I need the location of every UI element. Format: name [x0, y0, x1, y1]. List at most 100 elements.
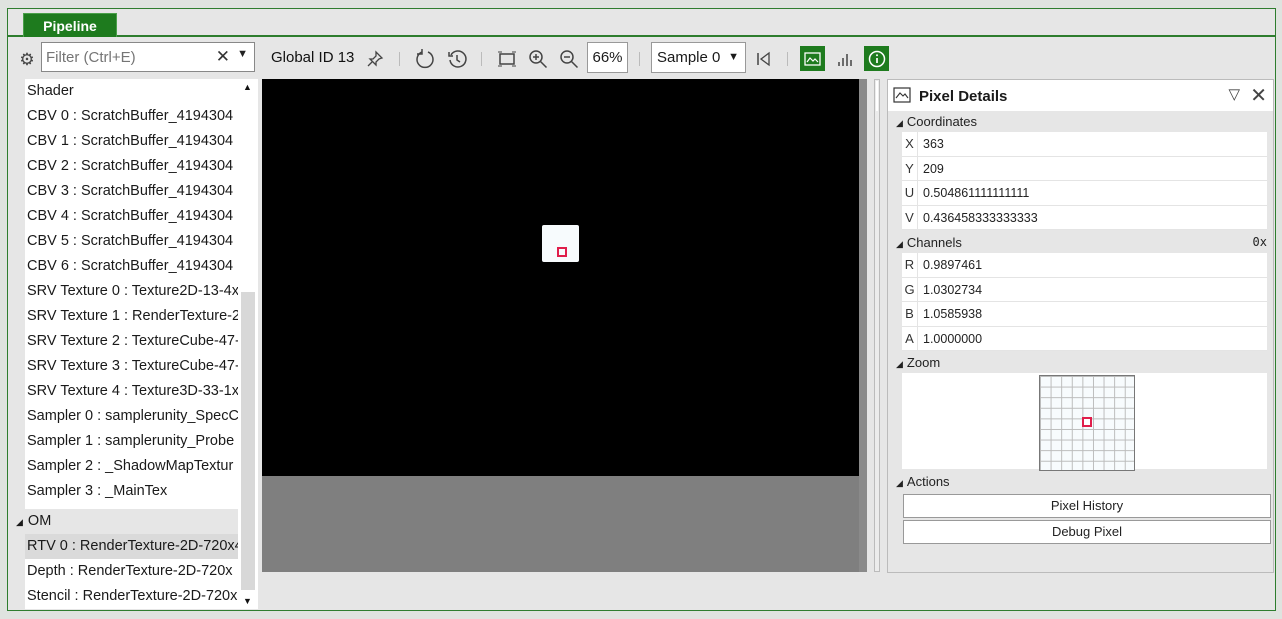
tree-item-selected[interactable]: RTV 0 : RenderTexture-2D-720x4	[25, 534, 238, 559]
tree-item[interactable]: Depth : RenderTexture-2D-720x	[25, 559, 238, 584]
info-icon[interactable]	[864, 46, 889, 71]
tree-group-label: OM	[28, 513, 51, 529]
channel-key: R	[902, 253, 918, 277]
zoom-in-icon[interactable]	[525, 46, 551, 72]
tree-item[interactable]: Stencil : RenderTexture-2D-720x	[25, 584, 238, 609]
section-label: Actions	[907, 474, 950, 489]
chevron-down-icon[interactable]: ▼	[237, 48, 248, 60]
zoom-out-icon[interactable]	[556, 46, 582, 72]
tree-item[interactable]: SRV Texture 1 : RenderTexture-2	[25, 304, 238, 329]
tree-item[interactable]: SRV Texture 2 : TextureCube-47-	[25, 329, 238, 354]
tree-scrollbar[interactable]: ▲ ▼	[238, 79, 258, 609]
tree-item[interactable]: Sampler 0 : samplerunity_SpecC	[25, 404, 238, 429]
separator	[787, 52, 788, 66]
filter-box: ✕ ▼	[41, 42, 255, 72]
image-view-icon[interactable]	[800, 46, 825, 71]
section-label: Zoom	[907, 355, 940, 370]
global-id-label: Global ID 13	[271, 49, 354, 66]
tree-item[interactable]: CBV 3 : ScratchBuffer_4194304 :	[25, 179, 238, 204]
viewer-scrollbar[interactable]	[859, 79, 867, 572]
coord-row: V0.436458333333333	[902, 206, 1267, 231]
close-icon[interactable]: ✕	[1250, 83, 1267, 108]
pixel-details-icon	[893, 87, 911, 103]
tree-item[interactable]: CBV 4 : ScratchBuffer_4194304 :	[25, 204, 238, 229]
channel-row: R0.9897461	[902, 253, 1267, 278]
coord-row: Y209	[902, 157, 1267, 182]
scroll-down-icon[interactable]: ▼	[243, 596, 252, 606]
pixel-details-panel: Pixel Details ▽ ✕ ◢ Coordinates X363 Y209…	[887, 79, 1274, 573]
sample-value: Sample 0	[657, 49, 720, 66]
section-label: Channels	[907, 235, 962, 250]
texture-patch	[542, 225, 579, 262]
gear-icon[interactable]: ⚙	[16, 49, 38, 71]
channel-key: A	[902, 327, 918, 351]
channel-key: B	[902, 302, 918, 326]
expand-triangle-icon: ◢	[896, 478, 903, 488]
main-window: Pipeline ⚙ ✕ ▼ Global ID 13 66%	[7, 8, 1276, 611]
tree-item[interactable]: SRV Texture 4 : Texture3D-33-1x	[25, 379, 238, 404]
section-channels[interactable]: ◢ Channels 0x	[888, 232, 1273, 253]
tree-item[interactable]: CBV 0 : ScratchBuffer_4194304 :	[25, 104, 238, 129]
section-actions[interactable]: ◢ Actions	[888, 471, 1273, 492]
tree-item[interactable]: CBV 6 : ScratchBuffer_4194304 :	[25, 254, 238, 279]
tree-item[interactable]: Sampler 2 : _ShadowMapTextur	[25, 454, 238, 479]
expand-triangle-icon: ◢	[896, 239, 903, 249]
filter-input[interactable]	[44, 48, 204, 67]
tree-item[interactable]: Sampler 3 : _MainTex	[25, 479, 238, 504]
clear-icon[interactable]: ✕	[216, 47, 230, 67]
coord-key: Y	[902, 157, 918, 181]
expand-triangle-icon: ◢	[16, 517, 23, 527]
section-label: Coordinates	[907, 114, 977, 129]
section-coordinates[interactable]: ◢ Coordinates	[888, 111, 1273, 132]
channel-row: A1.0000000	[902, 327, 1267, 352]
coord-key: U	[902, 181, 918, 205]
pixel-history-button[interactable]: Pixel History	[903, 494, 1271, 518]
coord-value: 363	[918, 132, 944, 156]
debug-pixel-button[interactable]: Debug Pixel	[903, 520, 1271, 544]
panel-splitter[interactable]	[874, 79, 880, 572]
fit-icon[interactable]	[494, 46, 520, 72]
filter-icon[interactable]: ▽	[1228, 85, 1240, 103]
coord-value: 209	[918, 157, 944, 181]
channel-key: G	[902, 278, 918, 302]
channel-row: G1.0302734	[902, 278, 1267, 303]
pixel-marker	[1082, 417, 1092, 427]
channel-value: 1.0000000	[918, 327, 982, 351]
coord-row: U0.504861111111111	[902, 181, 1267, 206]
tab-pipeline[interactable]: Pipeline	[23, 13, 117, 37]
coord-value: 0.504861111111111	[918, 181, 1029, 205]
texture-viewer[interactable]	[262, 79, 867, 572]
coord-key: V	[902, 206, 918, 230]
tab-bar: Pipeline	[8, 9, 1275, 37]
history-icon[interactable]	[444, 46, 470, 72]
panel-title: Pixel Details	[919, 88, 1007, 105]
tree-group-om[interactable]: ◢ OM	[8, 509, 238, 534]
tree-item[interactable]: CBV 1 : ScratchBuffer_4194304 :	[25, 129, 238, 154]
sample-select[interactable]: Sample 0 ▼	[651, 42, 746, 73]
histogram-icon[interactable]	[832, 46, 858, 72]
pin-icon[interactable]	[362, 46, 388, 72]
tree-item[interactable]: CBV 2 : ScratchBuffer_4194304 :	[25, 154, 238, 179]
separator	[481, 52, 482, 66]
om-items: RTV 0 : RenderTexture-2D-720x4 Depth : R…	[25, 534, 238, 609]
channel-value: 0.9897461	[918, 253, 982, 277]
expand-triangle-icon: ◢	[896, 118, 903, 128]
tree-item[interactable]: Sampler 1 : samplerunity_Probe	[25, 429, 238, 454]
tree-item[interactable]: CBV 5 : ScratchBuffer_4194304 :	[25, 229, 238, 254]
texture-canvas[interactable]	[262, 79, 859, 476]
expand-triangle-icon: ◢	[896, 359, 903, 369]
panel-header: Pixel Details ▽ ✕	[888, 80, 1273, 111]
first-sample-icon[interactable]	[751, 46, 777, 72]
tree-item[interactable]: SRV Texture 0 : Texture2D-13-4x	[25, 279, 238, 304]
channel-value: 1.0302734	[918, 278, 982, 302]
hex-toggle[interactable]: 0x	[1253, 232, 1267, 253]
zoom-level-field[interactable]: 66%	[587, 42, 628, 73]
coord-value: 0.436458333333333	[918, 206, 1038, 230]
refresh-icon[interactable]	[412, 46, 438, 72]
scroll-thumb[interactable]	[241, 292, 255, 590]
tree-item[interactable]: SRV Texture 3 : TextureCube-47-	[25, 354, 238, 379]
section-zoom[interactable]: ◢ Zoom	[888, 352, 1273, 373]
coord-key: X	[902, 132, 918, 156]
tree-item[interactable]: Shader	[25, 79, 238, 104]
scroll-up-icon[interactable]: ▲	[243, 82, 252, 92]
